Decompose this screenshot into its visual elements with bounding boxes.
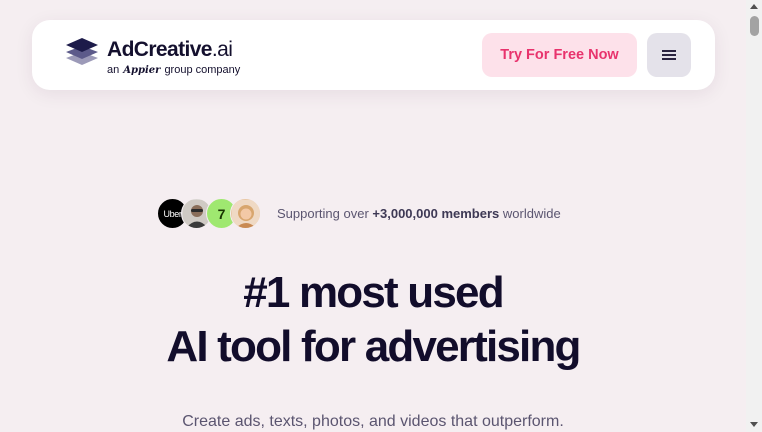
- vertical-scrollbar[interactable]: [746, 0, 762, 432]
- person-avatar: [230, 198, 261, 229]
- layers-logo-icon: [66, 38, 98, 65]
- social-proof: Uber 7 Supporting over +3,000,000 member…: [157, 198, 597, 230]
- avatar-group: Uber 7: [157, 198, 263, 230]
- scroll-down-arrow-icon[interactable]: [750, 422, 758, 427]
- subheadline: Create ads, texts, photos, and videos th…: [182, 413, 564, 430]
- hamburger-icon: [662, 50, 676, 60]
- page-viewport: AdCreative.ai an Appier group company Try …: [0, 0, 746, 432]
- scrollbar-thumb[interactable]: [750, 16, 759, 36]
- headline-line-1: #1 most used: [243, 268, 504, 317]
- scroll-up-arrow-icon[interactable]: [750, 4, 758, 9]
- adcreative-logo[interactable]: AdCreative.ai an Appier group company: [65, 35, 240, 77]
- site-header: AdCreative.ai an Appier group company Try …: [32, 20, 715, 90]
- logo-subtitle: an Appier group company: [107, 64, 241, 76]
- logo-title: AdCreative.ai: [107, 38, 233, 61]
- social-proof-text: Supporting over +3,000,000 members world…: [277, 206, 561, 221]
- headline-line-2: AI tool for advertising: [166, 322, 581, 371]
- menu-button[interactable]: [647, 33, 691, 77]
- try-for-free-button[interactable]: Try For Free Now: [482, 33, 637, 77]
